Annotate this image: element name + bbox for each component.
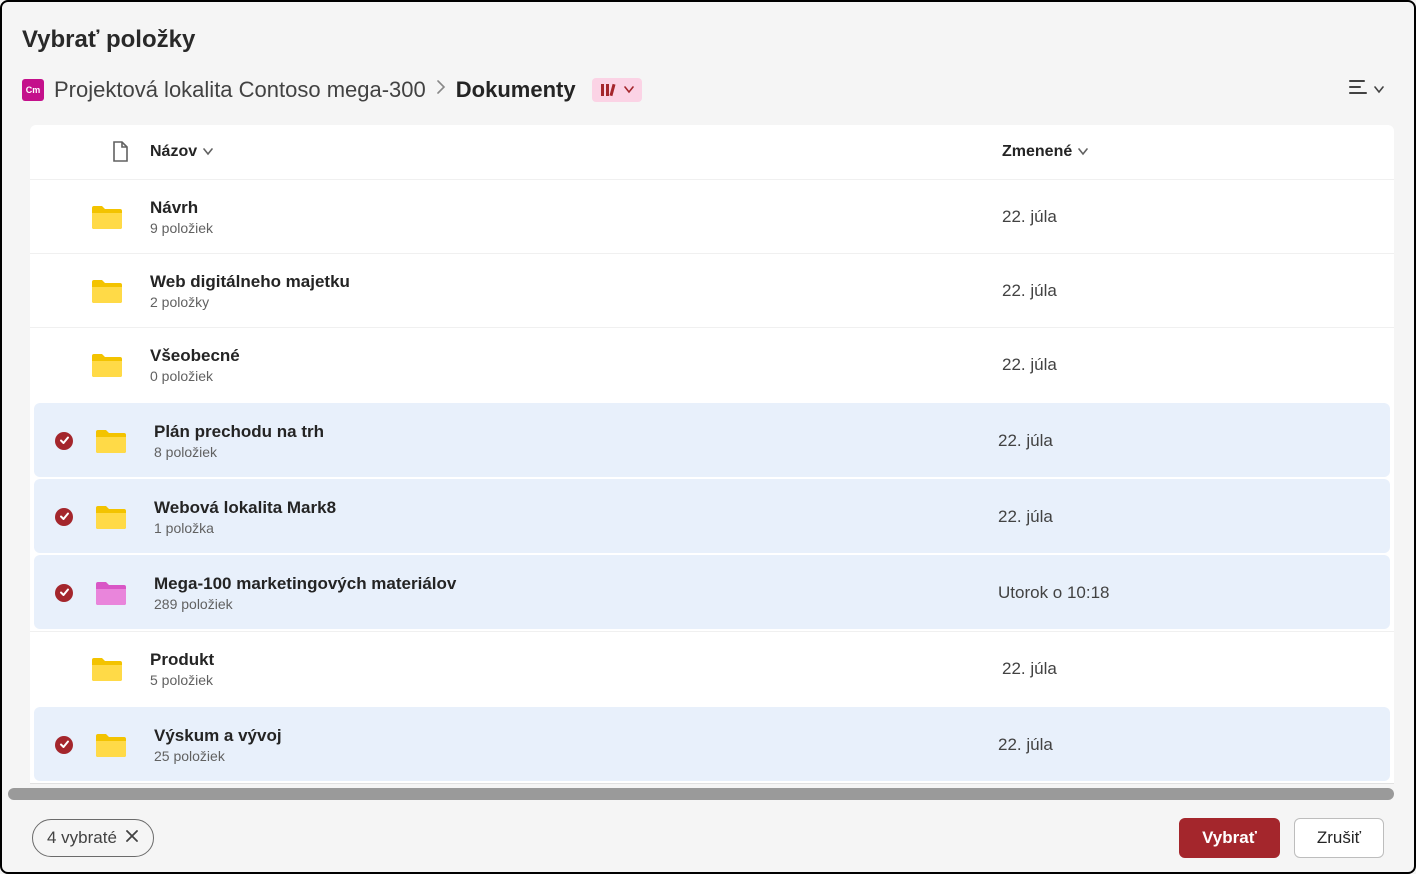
folder-item-count: 1 položka xyxy=(154,520,998,536)
name-cell: Návrh 9 položiek xyxy=(150,198,1002,236)
folder-icon xyxy=(90,655,124,683)
folder-item-count: 9 položiek xyxy=(150,220,1002,236)
folder-name[interactable]: Webová lokalita Mark8 xyxy=(154,498,998,518)
site-icon: Cm xyxy=(22,79,44,101)
name-cell: Výskum a vývoj 25 položiek xyxy=(154,726,998,764)
selection-pill[interactable]: 4 vybraté xyxy=(32,819,154,857)
breadcrumb-current[interactable]: Dokumenty xyxy=(456,77,576,103)
clear-selection-icon[interactable] xyxy=(125,828,139,848)
breadcrumb: Cm Projektová lokalita Contoso mega-300 … xyxy=(22,77,642,103)
modified-cell: 22. júla xyxy=(998,431,1378,451)
row-select-cell[interactable] xyxy=(34,584,94,602)
folder-item-count: 8 položiek xyxy=(154,444,998,460)
folder-icon xyxy=(94,579,128,607)
folder-name[interactable]: Plán prechodu na trh xyxy=(154,422,998,442)
file-type-column-icon[interactable] xyxy=(90,141,150,163)
dialog-title: Vybrať položky xyxy=(2,2,1414,72)
select-button[interactable]: Vybrať xyxy=(1179,818,1280,858)
view-options-button[interactable] xyxy=(1338,72,1394,107)
column-header-modified[interactable]: Zmenené xyxy=(1002,143,1382,161)
selected-check-icon xyxy=(55,736,73,754)
selected-check-icon xyxy=(55,432,73,450)
table-row[interactable]: Všeobecné 0 položiek22. júla xyxy=(30,327,1394,401)
footer-buttons: Vybrať Zrušiť xyxy=(1179,818,1384,858)
row-select-cell[interactable] xyxy=(34,736,94,754)
selection-count-label: 4 vybraté xyxy=(47,828,117,848)
chevron-down-icon xyxy=(203,143,213,161)
folder-icon xyxy=(90,351,124,379)
name-cell: Web digitálneho majetku 2 položky xyxy=(150,272,1002,310)
chevron-right-icon xyxy=(436,80,446,99)
modified-cell: 22. júla xyxy=(998,507,1378,527)
table-row[interactable]: Produkt 5 položiek22. júla xyxy=(30,631,1394,705)
library-icon xyxy=(600,81,618,99)
column-headers: Názov Zmenené xyxy=(30,125,1394,179)
dialog-footer: 4 vybraté Vybrať Zrušiť xyxy=(2,800,1414,872)
list-view-icon xyxy=(1348,78,1370,101)
modified-cell: 22. júla xyxy=(1002,207,1382,227)
folder-item-count: 2 položky xyxy=(150,294,1002,310)
table-row[interactable]: Plán prechodu na trh 8 položiek22. júla xyxy=(34,403,1390,477)
modified-cell: 22. júla xyxy=(1002,659,1382,679)
folder-name[interactable]: Výskum a vývoj xyxy=(154,726,998,746)
folder-item-count: 25 položiek xyxy=(154,748,998,764)
file-list[interactable]: Názov Zmenené Návrh9 položiek22. júla We… xyxy=(30,125,1394,784)
column-header-modified-label: Zmenené xyxy=(1002,143,1072,161)
table-row[interactable]: Mega-100 marketingových materiálov 289 po… xyxy=(34,555,1390,629)
breadcrumb-site[interactable]: Projektová lokalita Contoso mega-300 xyxy=(54,77,426,103)
row-select-cell[interactable] xyxy=(34,432,94,450)
folder-name[interactable]: Produkt xyxy=(150,650,1002,670)
folder-name[interactable]: Mega-100 marketingových materiálov xyxy=(154,574,998,594)
folder-icon xyxy=(90,277,124,305)
modified-cell: 22. júla xyxy=(1002,281,1382,301)
selected-check-icon xyxy=(55,508,73,526)
modified-cell: Utorok o 10:18 xyxy=(998,583,1378,603)
chevron-down-icon xyxy=(1078,143,1088,161)
folder-item-count: 5 položiek xyxy=(150,672,1002,688)
folder-name[interactable]: Web digitálneho majetku xyxy=(150,272,1002,292)
modified-cell: 22. júla xyxy=(1002,355,1382,375)
selected-check-icon xyxy=(55,584,73,602)
folder-name[interactable]: Návrh xyxy=(150,198,1002,218)
name-cell: Produkt 5 položiek xyxy=(150,650,1002,688)
table-row[interactable]: Webová lokalita Mark8 1 položka22. júla xyxy=(34,479,1390,553)
folder-icon xyxy=(94,503,128,531)
folder-item-count: 289 položiek xyxy=(154,596,998,612)
table-row[interactable]: Návrh 9 položiek22. júla xyxy=(30,179,1394,253)
chevron-down-icon xyxy=(1374,81,1384,99)
folder-icon xyxy=(94,427,128,455)
folder-item-count: 0 položiek xyxy=(150,368,1002,384)
modified-cell: 22. júla xyxy=(998,735,1378,755)
name-cell: Všeobecné 0 položiek xyxy=(150,346,1002,384)
name-cell: Mega-100 marketingových materiálov 289 po… xyxy=(154,574,998,612)
breadcrumb-row: Cm Projektová lokalita Contoso mega-300 … xyxy=(2,72,1414,125)
rows-container: Návrh9 položiek22. júla Web digitálneho … xyxy=(30,179,1394,781)
table-row[interactable]: Web digitálneho majetku 2 položky22. júla xyxy=(30,253,1394,327)
column-header-name[interactable]: Názov xyxy=(150,143,1002,161)
library-dropdown[interactable] xyxy=(592,78,642,102)
folder-icon xyxy=(94,731,128,759)
cancel-button[interactable]: Zrušiť xyxy=(1294,818,1384,858)
row-select-cell[interactable] xyxy=(34,508,94,526)
chevron-down-icon xyxy=(624,86,634,94)
column-header-name-label: Názov xyxy=(150,143,197,161)
folder-icon xyxy=(90,203,124,231)
name-cell: Webová lokalita Mark8 1 položka xyxy=(154,498,998,536)
horizontal-scrollbar[interactable] xyxy=(8,788,1394,800)
select-items-dialog: Vybrať položky Cm Projektová lokalita Co… xyxy=(0,0,1416,874)
table-row[interactable]: Výskum a vývoj 25 položiek22. júla xyxy=(34,707,1390,781)
name-cell: Plán prechodu na trh 8 položiek xyxy=(154,422,998,460)
folder-name[interactable]: Všeobecné xyxy=(150,346,1002,366)
